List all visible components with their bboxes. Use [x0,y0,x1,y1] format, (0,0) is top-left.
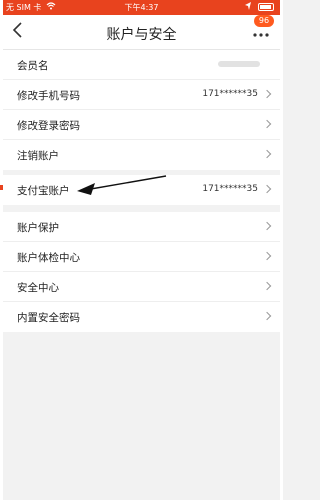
annotation-arrow-icon [77,175,167,195]
